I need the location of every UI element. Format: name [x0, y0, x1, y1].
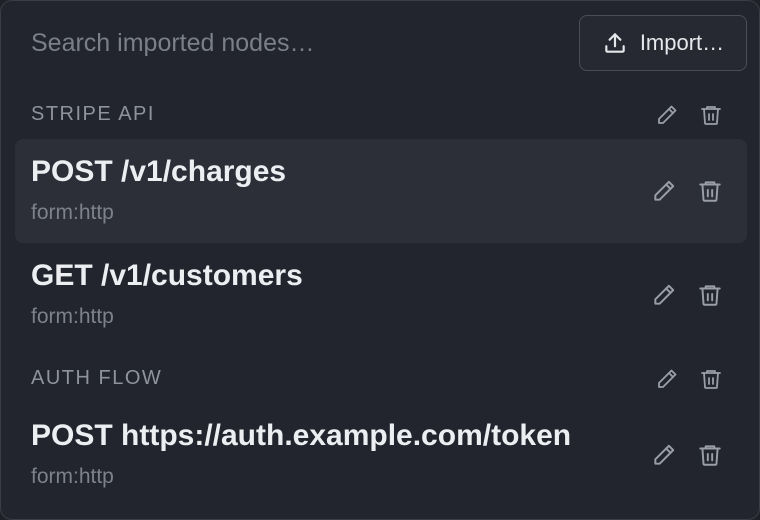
- pencil-icon[interactable]: [649, 440, 679, 470]
- node-row-post-charges[interactable]: POST /v1/charges form:http: [15, 139, 747, 243]
- pencil-icon[interactable]: [652, 364, 682, 394]
- trash-icon[interactable]: [696, 100, 726, 130]
- node-title: POST https://auth.example.com/token: [31, 419, 572, 452]
- pencil-icon[interactable]: [649, 280, 679, 310]
- node-row-get-customers[interactable]: GET /v1/customers form:http: [15, 243, 747, 347]
- group-label: AUTH FLOW: [31, 367, 163, 389]
- trash-icon[interactable]: [695, 440, 725, 470]
- pencil-icon[interactable]: [649, 176, 679, 206]
- node-type: form:http: [31, 201, 114, 224]
- search-input[interactable]: [15, 15, 555, 71]
- node-type: form:http: [31, 305, 114, 328]
- import-button-label: Import…: [639, 30, 725, 55]
- group-header-auth-flow: AUTH FLOW: [1, 359, 760, 399]
- group-label: STRIPE API: [31, 103, 155, 125]
- trash-icon[interactable]: [696, 364, 726, 394]
- node-title: POST /v1/charges: [31, 155, 287, 188]
- pencil-icon[interactable]: [652, 100, 682, 130]
- imported-nodes-panel: Import… STRIPE API POST /v1/charges form…: [0, 0, 760, 520]
- node-title: GET /v1/customers: [31, 259, 303, 292]
- trash-icon[interactable]: [695, 280, 725, 310]
- trash-icon[interactable]: [695, 176, 725, 206]
- upload-icon: [602, 30, 628, 56]
- group-header-stripe-api: STRIPE API: [1, 95, 760, 135]
- node-type: form:http: [31, 465, 114, 488]
- import-button[interactable]: Import…: [579, 15, 747, 71]
- node-row-post-auth-token[interactable]: POST https://auth.example.com/token form…: [15, 403, 747, 507]
